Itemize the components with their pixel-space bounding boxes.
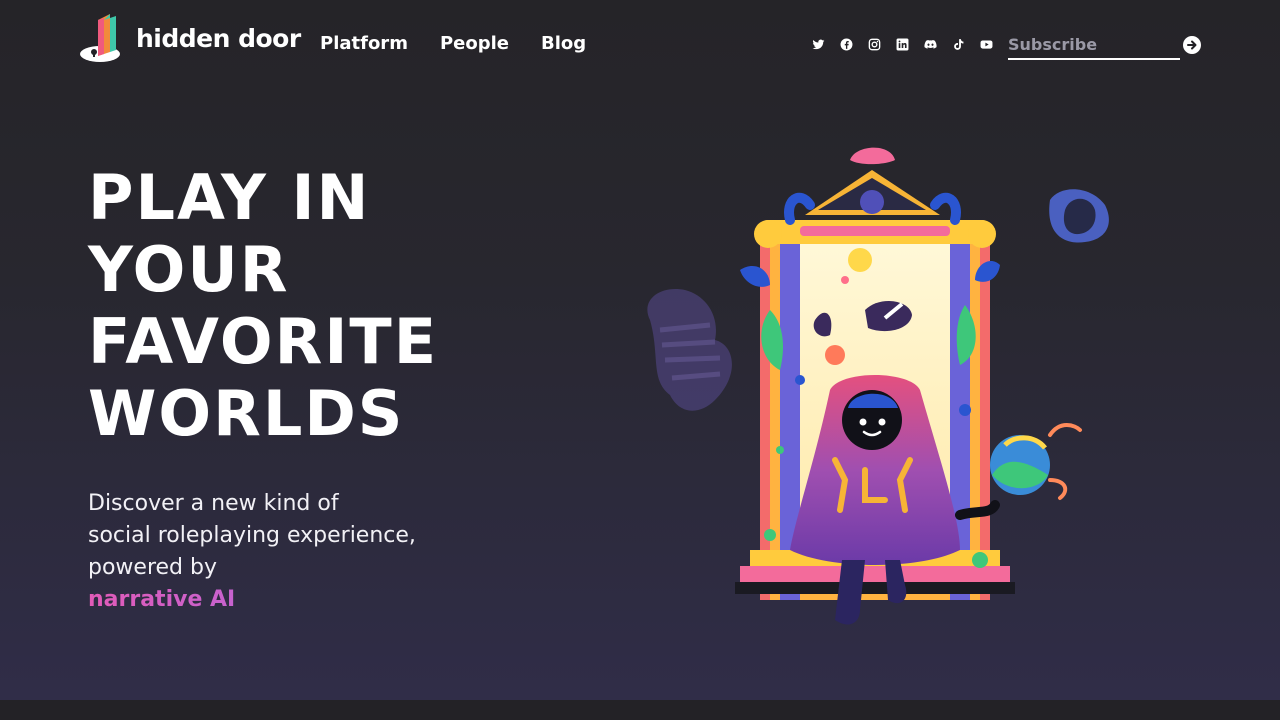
floating-ghost-right [1049,189,1109,243]
hero-subtitle-line: Discover a new kind of [88,491,339,516]
facebook-icon[interactable] [838,36,854,52]
footer-strip [0,700,1280,720]
hero-title-line: WORLDS [88,377,405,450]
twitter-icon[interactable] [810,36,826,52]
narrative-ai-highlight: narrative AI [88,584,468,616]
main-nav: Platform People Blog [320,33,586,54]
nav-people[interactable]: People [440,33,509,54]
hero-subtitle-line: powered by narrative AI [88,552,468,616]
hero-subtitle-line: social roleplaying experience, [88,523,416,548]
logo-icon [80,14,120,62]
floating-ghost-left [647,289,732,411]
social-links [810,36,994,52]
subscribe-input[interactable] [1008,30,1180,60]
logo-link[interactable]: hidden door [80,12,301,64]
hero-title-line: PLAY IN [88,161,371,234]
hero-illustration [647,147,1109,625]
hero-title: PLAY IN YOUR FAVORITE WORLDS [88,162,508,450]
linkedin-icon[interactable] [894,36,910,52]
discord-icon[interactable] [922,36,938,52]
logo-text: hidden door [136,23,301,53]
hero-subtitle: Discover a new kind of social roleplayin… [88,488,468,616]
instagram-icon[interactable] [866,36,882,52]
nav-platform[interactable]: Platform [320,33,408,54]
hero-subtitle-prefix: powered by [88,555,217,580]
nav-blog[interactable]: Blog [541,33,586,54]
hero-title-line: FAVORITE [88,305,439,378]
hero-title-line: YOUR [88,233,290,306]
subscribe-submit-button[interactable] [1183,36,1201,54]
youtube-icon[interactable] [978,36,994,52]
arrow-right-icon [1187,40,1197,50]
tiktok-icon[interactable] [950,36,966,52]
